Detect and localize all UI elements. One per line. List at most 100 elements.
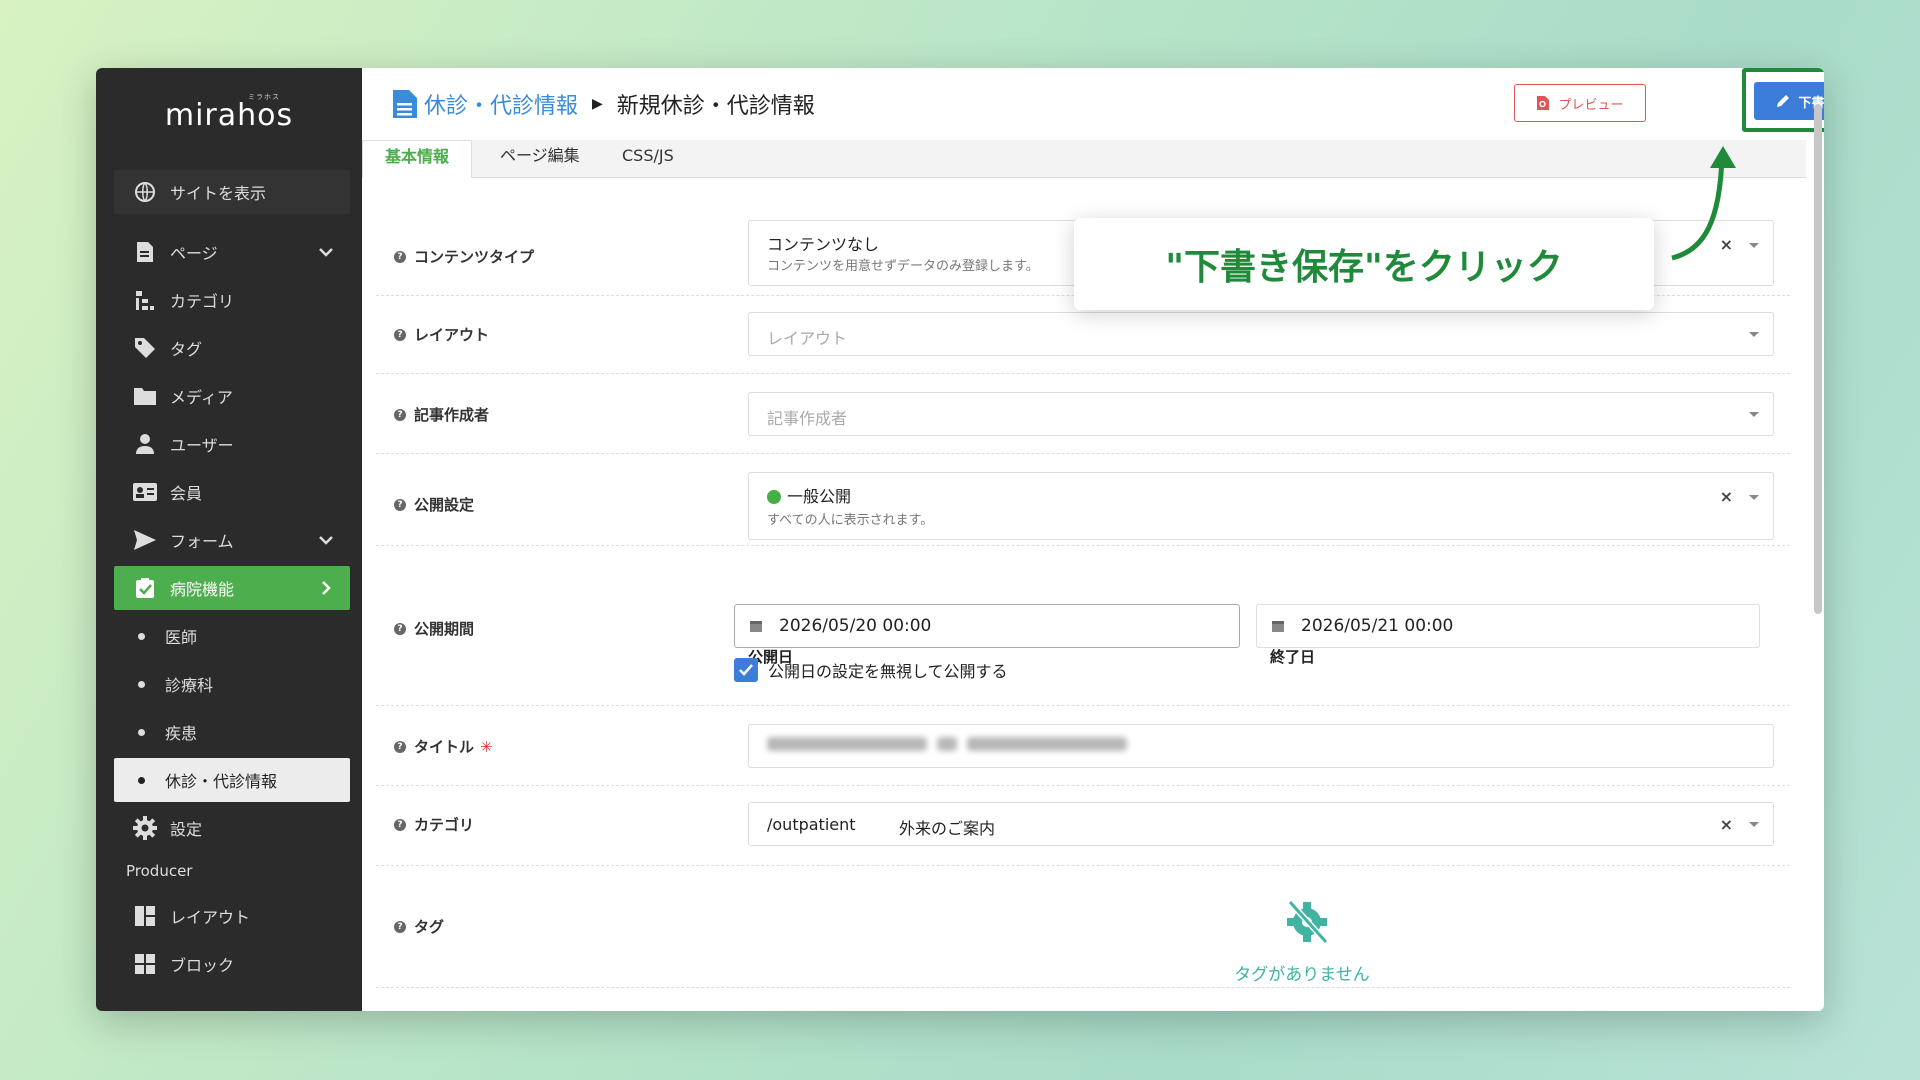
caret-down-icon[interactable] [1749,332,1759,337]
logo-text: mirahos [164,98,294,133]
sidebar-item-label: ページ [170,244,218,263]
caret-down-icon[interactable] [1749,412,1759,417]
no-tags-message: タグがありません [1234,965,1370,985]
clear-icon[interactable]: × [1720,815,1733,834]
tab-basic-info[interactable]: 基本情報 [362,140,473,178]
bullet-icon [138,728,145,736]
start-date-input[interactable]: 2026/05/20 00:00 [734,604,1240,648]
site-view-button[interactable]: サイトを表示 [114,170,350,214]
sidebar-item-label: レイアウト [170,908,251,927]
sidebar-item-hospital[interactable]: 病院機能 [114,566,350,610]
help-icon[interactable]: ? [394,740,406,753]
caret-down-icon[interactable] [1749,822,1759,827]
pointer-arrow-icon [1671,146,1736,261]
sidebar-item-label: ユーザー [170,436,234,455]
start-date-value: 2026/05/20 00:00 [779,616,932,636]
checkbox-label: 公開日の設定を無視して公開する [768,662,1008,681]
sidebar-item-tags[interactable]: タグ [114,326,350,370]
title-input[interactable] [748,724,1774,768]
author-select[interactable]: 記事作成者 [748,392,1774,436]
category-slug: /outpatient [767,815,856,834]
sidebar-item-users[interactable]: ユーザー [114,422,350,466]
help-icon[interactable]: ? [394,622,406,635]
bullet-icon [138,680,145,688]
select-value: 一般公開 [767,483,851,507]
app-window: mirahos ミラホス サイトを表示 ページ カテゴリ タグ メディア ユーザ… [96,68,1824,1011]
tab-css-js[interactable]: CSS/JS [600,140,696,178]
ignore-publish-date-checkbox[interactable]: 公開日の設定を無視して公開する [734,658,1008,682]
end-date-label: 終了日 [1270,648,1316,666]
row-label: ? レイアウト [394,324,489,345]
row-title: ? タイトル ✳ [376,706,1790,786]
select-placeholder: 記事作成者 [767,409,848,428]
sidebar-item-blocks[interactable]: ブロック [114,942,350,986]
globe-icon [132,179,158,205]
tag-icon [132,335,158,361]
required-mark: ✳ [480,737,493,756]
sidebar-item-label: タグ [170,340,203,359]
help-icon[interactable]: ? [394,818,406,831]
sidebar-item-media[interactable]: メディア [114,374,350,418]
caret-down-icon[interactable] [1749,495,1759,500]
category-select[interactable]: /outpatient 外来のご案内 × [748,802,1774,846]
sidebar-subitem-closures[interactable]: 休診・代診情報 [114,758,350,802]
gear-icon [132,815,158,841]
row-tags: ? タグ [376,866,1790,988]
sidebar-item-label: 設定 [170,820,203,839]
help-icon[interactable]: ? [394,250,406,263]
document-icon [132,239,158,265]
sidebar-item-layouts[interactable]: レイアウト [114,894,350,938]
tab-page-edit[interactable]: ページ編集 [478,140,602,178]
help-icon[interactable]: ? [394,328,406,341]
sidebar-subitem-diseases[interactable]: 疾患 [114,710,350,754]
tree-icon [132,287,158,313]
breadcrumb-current: 新規休診・代診情報 [616,94,815,119]
logo-kana: ミラホス [248,93,280,101]
scrollbar-thumb[interactable] [1814,104,1822,614]
sidebar-item-label: 医師 [165,628,198,647]
id-card-icon [132,479,158,505]
sidebar-subitem-departments[interactable]: 診療科 [114,662,350,706]
sidebar-subitem-doctors[interactable]: 医師 [114,614,350,658]
preview-icon [1537,96,1550,110]
sidebar-item-pages[interactable]: ページ [114,230,350,274]
producer-heading: Producer [126,862,193,880]
calendar-icon [1272,621,1284,632]
sidebar-item-members[interactable]: 会員 [114,470,350,514]
row-visibility: ? 公開設定 一般公開 すべての人に表示されます。 × [376,454,1790,546]
clear-icon[interactable]: × [1720,487,1733,506]
preview-label: プレビュー [1558,97,1624,113]
chevron-right-icon [322,581,331,595]
logo[interactable]: mirahos ミラホス [96,93,362,133]
preview-button[interactable]: プレビュー [1514,84,1646,122]
sidebar-item-label: 病院機能 [170,580,235,599]
instruction-callout: "下書き保存"をクリック [1074,218,1654,310]
sidebar-item-label: フォーム [170,532,234,551]
help-icon[interactable]: ? [394,498,406,511]
visibility-select[interactable]: 一般公開 すべての人に表示されます。 × [748,472,1774,540]
help-icon[interactable]: ? [394,920,406,933]
sidebar-item-categories[interactable]: カテゴリ [114,278,350,322]
grid-icon [132,951,158,977]
save-draft-highlight: 下書き保存 [1742,68,1824,132]
sidebar-item-settings[interactable]: 設定 [114,806,350,850]
help-icon[interactable]: ? [394,408,406,421]
row-label: ? タグ [394,916,444,937]
tab-bar: 基本情報 ページ編集 CSS/JS [362,140,1806,178]
caret-down-icon[interactable] [1749,243,1759,248]
label-text: タイトル [414,738,475,756]
sidebar-item-label: メディア [170,388,233,407]
row-label: ? コンテンツタイプ [394,246,534,267]
label-text: レイアウト [414,326,490,344]
sidebar-item-label: カテゴリ [170,292,235,311]
breadcrumb-parent-link[interactable]: 休診・代診情報 [424,88,578,120]
sidebar-item-label: ブロック [170,956,235,975]
sidebar-item-label: 診療科 [165,676,214,695]
visibility-value: 一般公開 [787,487,852,506]
layout-select[interactable]: レイアウト [748,312,1774,356]
checkbox-checked-icon[interactable] [734,658,758,682]
select-placeholder: レイアウト [767,329,848,348]
end-date-input[interactable]: 2026/05/21 00:00 [1256,604,1760,648]
sidebar-item-forms[interactable]: フォーム [114,518,350,562]
no-tags-icon [1287,899,1329,945]
